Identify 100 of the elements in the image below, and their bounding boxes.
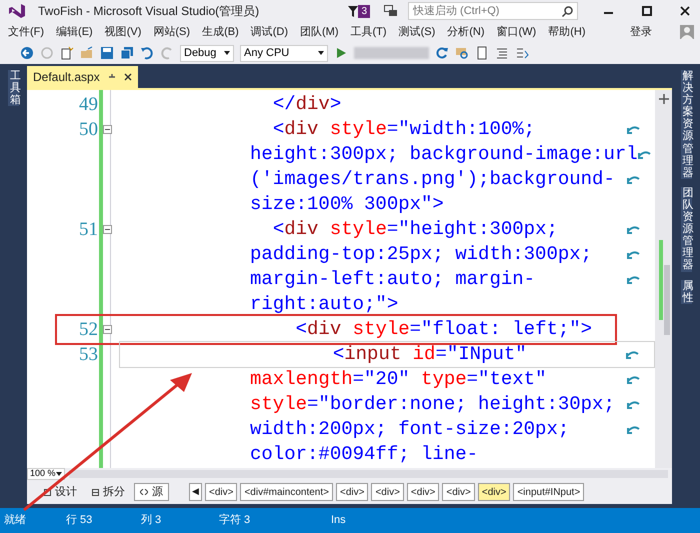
code-line: <input id="INput" — [332, 342, 527, 367]
code-line: style="border:none; height:30px; — [250, 392, 615, 417]
breadcrumb-item[interactable]: <input#INput> — [513, 483, 584, 501]
menu-item[interactable]: 帮助(H) — [548, 24, 586, 40]
scrollbar-thumb[interactable] — [664, 265, 670, 335]
indent-icon[interactable] — [495, 46, 509, 60]
dock-tab[interactable]: 解决方案资源管理器 — [680, 70, 692, 179]
configuration-dropdown[interactable]: Debug — [180, 44, 234, 62]
horizontal-scrollbar[interactable] — [69, 470, 668, 478]
close-icon[interactable] — [680, 6, 690, 16]
word-wrap-icon — [638, 150, 652, 160]
breadcrumb-item[interactable]: <div> — [205, 483, 238, 501]
undo-icon[interactable] — [140, 46, 154, 60]
document-tab[interactable]: Default.aspx — [27, 66, 138, 88]
quick-launch-field[interactable]: 快速启动 (Ctrl+Q) — [408, 2, 578, 20]
word-wrap-icon — [627, 400, 641, 410]
code-line: <div style="width:100%; — [272, 117, 536, 142]
menu-item[interactable]: 文件(F) — [8, 24, 44, 40]
menu-item[interactable]: 视图(V) — [104, 24, 142, 40]
maximize-icon[interactable] — [642, 6, 652, 16]
code-line: right:auto;"> — [250, 292, 398, 317]
sign-in-link[interactable]: 登录 — [630, 24, 652, 40]
code-line: size:100% 300px"> — [250, 192, 444, 217]
status-text: 字符 3 — [219, 512, 252, 528]
code-line: ('images/trans.png');background- — [250, 167, 615, 192]
caret-icon[interactable] — [318, 51, 324, 55]
line-number: 49 — [79, 94, 98, 115]
close-icon[interactable] — [124, 73, 132, 81]
status-text: 行 53 — [66, 513, 94, 528]
code-line: maxlength="20" type="text" — [250, 367, 546, 392]
collapse-icon[interactable] — [103, 325, 112, 334]
menu-item[interactable]: 调试(D) — [250, 24, 288, 40]
menu-item[interactable]: 生成(B) — [202, 24, 239, 40]
new-project-icon[interactable] — [60, 46, 74, 60]
dock-tab[interactable]: 团队资源管理器 — [680, 186, 692, 272]
window-title: TwoFish - Microsoft Visual Studio(管理员) — [38, 3, 260, 20]
save-all-icon[interactable] — [120, 46, 134, 60]
code-line: <div style="float: left;"> — [294, 317, 592, 342]
dock-tab[interactable]: 工具箱 — [8, 70, 19, 106]
app-logo-icon — [8, 3, 26, 19]
menu-item[interactable]: 分析(N) — [447, 24, 485, 40]
word-wrap-icon — [627, 124, 641, 134]
design-icon — [44, 488, 51, 496]
word-wrap-icon — [627, 274, 641, 284]
line-number: 51 — [79, 219, 98, 240]
caret-icon[interactable] — [56, 472, 62, 476]
line-number: 53 — [79, 344, 98, 365]
line-number: 50 — [79, 119, 98, 140]
code-line: <div style="height:300px; — [272, 217, 558, 242]
word-wrap-icon — [627, 224, 641, 234]
breadcrumb-item[interactable]: <div> — [442, 483, 475, 501]
split-icon[interactable] — [658, 94, 668, 104]
save-icon[interactable] — [100, 46, 114, 60]
platform-dropdown[interactable]: Any CPU — [240, 44, 328, 62]
notification-flag-icon[interactable] — [348, 6, 358, 16]
code-line: color:#0094ff; line- — [250, 442, 478, 467]
collapse-icon[interactable] — [103, 225, 112, 234]
line-number: 52 — [79, 319, 98, 340]
refresh-icon[interactable] — [435, 46, 449, 60]
view-tab[interactable]: 源 — [134, 483, 169, 501]
back-icon[interactable] — [20, 46, 34, 60]
breadcrumb-item[interactable]: <div> — [336, 483, 368, 501]
find-icon[interactable] — [455, 46, 469, 60]
collapse-icon[interactable] — [103, 125, 112, 134]
word-wrap-icon — [626, 350, 640, 360]
code-line: margin-left:auto; margin- — [250, 267, 536, 292]
menu-item[interactable]: 测试(S) — [398, 24, 436, 40]
split-view-icon — [92, 488, 99, 496]
start-icon[interactable] — [334, 46, 348, 60]
search-icon[interactable] — [562, 6, 573, 16]
breadcrumb-item[interactable]: <div> — [478, 483, 510, 501]
code-line: height:300px; background-image:url — [250, 142, 638, 167]
vertical-scrollbar[interactable] — [655, 90, 672, 468]
code-line: </div> — [272, 92, 342, 117]
status-text: 就绪 — [4, 513, 27, 528]
word-wrap-icon — [627, 250, 641, 260]
view-tab[interactable]: 拆分 — [86, 483, 131, 501]
menu-item[interactable]: 编辑(E) — [56, 24, 93, 40]
comment-icon[interactable] — [515, 46, 529, 60]
document-icon[interactable] — [475, 46, 489, 60]
menu-item[interactable]: 窗口(W) — [496, 24, 536, 40]
zoom-dropdown[interactable]: 100 % — [27, 468, 65, 480]
menu-item[interactable]: 网站(S) — [153, 24, 190, 40]
word-wrap-icon — [627, 174, 641, 184]
status-text: Ins — [331, 513, 347, 528]
breadcrumb-item[interactable]: <div> — [406, 483, 440, 501]
feedback-icon[interactable] — [384, 5, 398, 17]
dock-tab[interactable]: 属性 — [680, 280, 692, 304]
notification-count[interactable]: 3 — [358, 4, 370, 18]
code-line: padding-top:25px; width:300px; — [250, 242, 592, 267]
configuration-dropdown-value: Debug — [184, 46, 216, 61]
breadcrumb-item[interactable]: <div> — [371, 483, 404, 501]
status-text: 列 3 — [141, 513, 162, 528]
menu-item[interactable]: 团队(M) — [300, 24, 339, 40]
caret-icon[interactable] — [224, 51, 230, 55]
word-wrap-icon — [627, 374, 641, 384]
view-tab[interactable]: 设计 — [38, 483, 83, 501]
breadcrumb-item[interactable]: <div#maincontent> — [240, 483, 333, 501]
breadcrumb-back-button[interactable]: ◀ — [189, 483, 202, 501]
menu-item[interactable]: 工具(T) — [350, 24, 387, 40]
